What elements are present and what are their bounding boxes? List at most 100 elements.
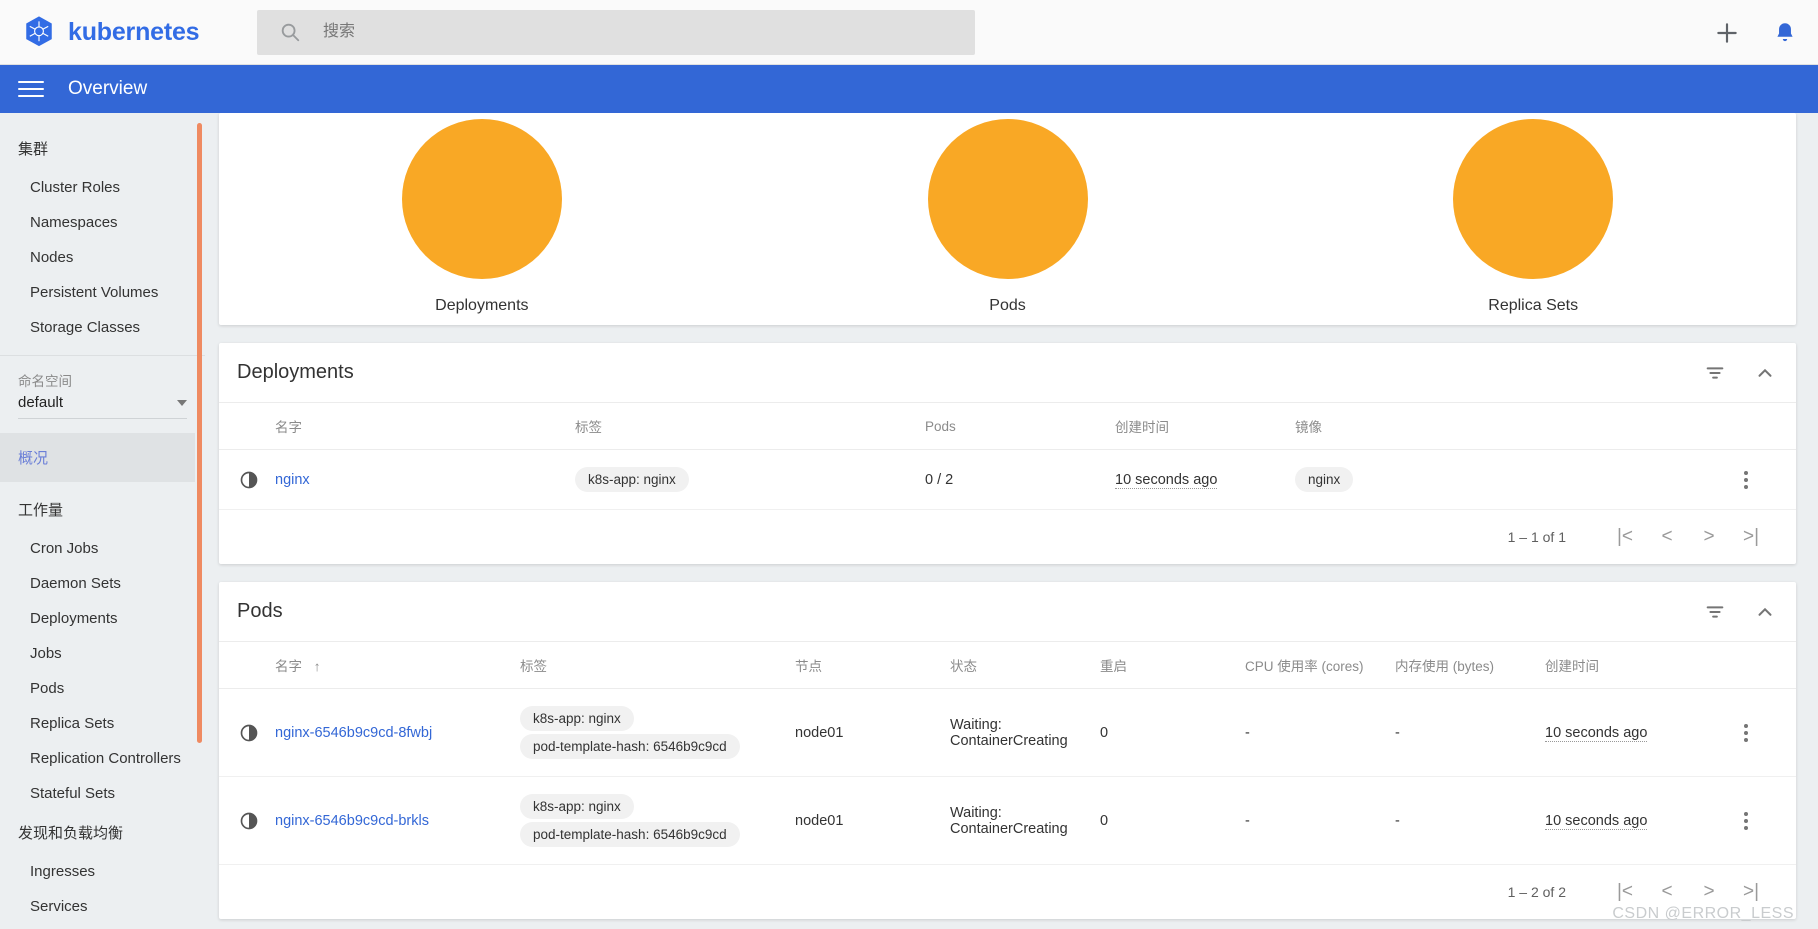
sidebar-item-stateful-sets[interactable]: Stateful Sets [0, 776, 205, 811]
col-status [219, 403, 267, 450]
row-actions-icon[interactable] [1744, 811, 1748, 830]
col-cpu[interactable]: CPU 使用率 (cores) [1237, 642, 1387, 689]
table-row[interactable]: nginx-6546b9c9cd-brkls k8s-app: nginx po… [219, 776, 1796, 865]
table-row[interactable]: nginx k8s-app: nginx 0 / 2 10 seconds ag… [219, 449, 1796, 510]
status-pending-icon [240, 812, 258, 829]
sidebar-nav: 集群 Cluster Roles Namespaces Nodes Persis… [0, 113, 205, 929]
sidebar-item-services[interactable]: Services [0, 889, 205, 924]
col-name-label: 名字 [275, 659, 302, 674]
plus-icon[interactable] [1714, 20, 1740, 46]
kubernetes-helm-icon [26, 16, 52, 47]
hamburger-menu-icon[interactable] [18, 76, 44, 102]
sidebar-item-cluster-roles[interactable]: Cluster Roles [0, 170, 205, 205]
row-node-cell: node01 [787, 688, 942, 777]
pods-title: Pods [237, 600, 283, 622]
row-cpu-cell: - [1237, 688, 1387, 777]
sidebar-item-daemon-sets[interactable]: Daemon Sets [0, 566, 205, 601]
chevron-down-icon [177, 399, 187, 406]
col-labels[interactable]: 标签 [512, 642, 787, 689]
row-name-cell: nginx-6546b9c9cd-brkls [267, 776, 512, 865]
row-memory-cell: - [1387, 688, 1537, 777]
row-restarts-cell: 0 [1092, 776, 1237, 865]
col-name[interactable]: 名字 ↑ [267, 642, 512, 689]
col-created[interactable]: 创建时间 [1537, 642, 1736, 689]
sidebar-group-workloads: 工作量 [18, 502, 64, 519]
label-chip: k8s-app: nginx [520, 794, 634, 819]
sidebar-scrollbar[interactable] [197, 123, 202, 743]
row-actions-cell [1736, 776, 1796, 865]
first-page-button[interactable]: |< [1604, 881, 1646, 903]
created-time[interactable]: 10 seconds ago [1545, 812, 1648, 830]
label-chip: pod-template-hash: 6546b9c9cd [520, 734, 740, 759]
pagination-range: 1 – 1 of 1 [1507, 529, 1566, 545]
sidebar-group-discovery: 发现和负载均衡 [18, 825, 124, 842]
brand-logo[interactable]: kubernetes [22, 15, 222, 49]
namespace-label: 命名空间 [18, 374, 72, 389]
status-pending-icon [240, 724, 258, 741]
prev-page-button[interactable]: < [1646, 881, 1688, 903]
pod-link[interactable]: nginx-6546b9c9cd-brkls [275, 813, 429, 829]
donut-pods [927, 119, 1088, 279]
bell-icon[interactable] [1772, 20, 1798, 46]
chevron-up-icon[interactable] [1754, 362, 1776, 384]
chevron-up-icon[interactable] [1754, 601, 1776, 623]
row-actions-icon[interactable] [1744, 470, 1748, 489]
sidebar-item-overview[interactable]: 概况 [0, 433, 195, 482]
sidebar-item-replication-controllers[interactable]: Replication Controllers [0, 741, 205, 776]
pods-card-header: Pods [219, 582, 1796, 642]
sidebar-item-ingresses[interactable]: Ingresses [0, 854, 205, 889]
col-status-text[interactable]: 状态 [942, 642, 1092, 689]
first-page-button[interactable]: |< [1604, 526, 1646, 548]
sidebar-item-namespaces[interactable]: Namespaces [0, 205, 205, 240]
deployment-link[interactable]: nginx [275, 472, 310, 488]
pod-link[interactable]: nginx-6546b9c9cd-8fwbj [275, 725, 432, 741]
deployments-table-header-row: 名字 标签 Pods 创建时间 镜像 [219, 403, 1796, 450]
row-created-cell: 10 seconds ago [1107, 449, 1287, 510]
col-node[interactable]: 节点 [787, 642, 942, 689]
sidebar-item-persistent-volumes[interactable]: Persistent Volumes [0, 275, 205, 310]
sidebar-item-storage-classes[interactable]: Storage Classes [0, 310, 205, 345]
row-images-cell: nginx [1287, 449, 1736, 510]
row-actions-cell [1736, 449, 1796, 510]
sidebar-item-nodes[interactable]: Nodes [0, 240, 205, 275]
col-labels[interactable]: 标签 [567, 403, 917, 450]
row-node-cell: node01 [787, 776, 942, 865]
deployments-card: Deployments 名字 标签 Pods 创建时间 镜像 nginx k8s… [219, 343, 1796, 564]
col-created[interactable]: 创建时间 [1107, 403, 1287, 450]
sidebar-item-cron-jobs[interactable]: Cron Jobs [0, 531, 205, 566]
col-pods[interactable]: Pods [917, 403, 1107, 450]
pods-table-header-row: 名字 ↑ 标签 节点 状态 重启 CPU 使用率 (cores) 内存使用 (b… [219, 642, 1796, 689]
col-memory[interactable]: 内存使用 (bytes) [1387, 642, 1537, 689]
col-name[interactable]: 名字 [267, 403, 567, 450]
search-input[interactable] [321, 22, 921, 42]
table-row[interactable]: nginx-6546b9c9cd-8fwbj k8s-app: nginx po… [219, 688, 1796, 777]
next-page-button[interactable]: > [1688, 526, 1730, 548]
col-status [219, 642, 267, 689]
created-time[interactable]: 10 seconds ago [1545, 724, 1648, 742]
row-memory-cell: - [1387, 776, 1537, 865]
col-images[interactable]: 镜像 [1287, 403, 1736, 450]
row-cpu-cell: - [1237, 776, 1387, 865]
last-page-button[interactable]: >| [1730, 526, 1772, 548]
namespace-select[interactable]: default [18, 394, 187, 419]
sidebar-item-replica-sets[interactable]: Replica Sets [0, 706, 205, 741]
label-chip: k8s-app: nginx [520, 706, 634, 731]
next-page-button[interactable]: > [1688, 881, 1730, 903]
sidebar-item-jobs[interactable]: Jobs [0, 636, 205, 671]
filter-list-icon[interactable] [1704, 362, 1726, 384]
row-pods-cell: 0 / 2 [917, 449, 1107, 510]
sidebar-item-pods[interactable]: Pods [0, 671, 205, 706]
created-time[interactable]: 10 seconds ago [1115, 471, 1218, 489]
last-page-button[interactable]: >| [1730, 881, 1772, 903]
filter-list-icon[interactable] [1704, 601, 1726, 623]
row-labels-cell: k8s-app: nginx pod-template-hash: 6546b9… [512, 688, 787, 777]
chart-replica-sets: Replica Sets [1270, 113, 1796, 325]
col-restarts[interactable]: 重启 [1092, 642, 1237, 689]
sidebar-item-deployments[interactable]: Deployments [0, 601, 205, 636]
row-actions-icon[interactable] [1744, 723, 1748, 742]
page-title: Overview [68, 78, 148, 99]
search-bar[interactable] [257, 9, 975, 55]
chart-label-pods: Pods [989, 297, 1026, 314]
prev-page-button[interactable]: < [1646, 526, 1688, 548]
row-name-cell: nginx-6546b9c9cd-8fwbj [267, 688, 512, 777]
